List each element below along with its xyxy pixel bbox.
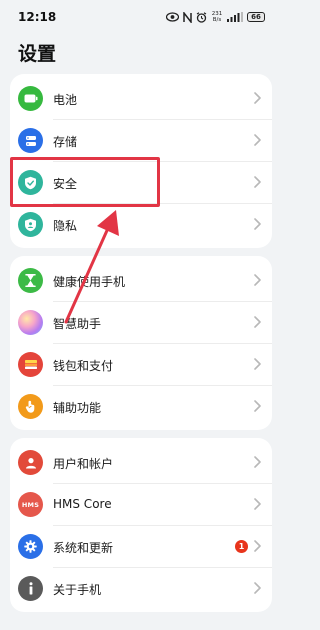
battery-icon (18, 86, 43, 111)
battery-level: 66 (247, 12, 265, 22)
settings-group-3: 用户和帐户 HMS HMS Core 系统和更新 1 关于手机 (10, 438, 272, 612)
hourglass-icon (18, 268, 43, 293)
settings-item-wallet[interactable]: 钱包和支付 (10, 344, 272, 385)
settings-group-2: 健康使用手机 智慧助手 钱包和支付 辅助功能 (10, 256, 272, 430)
settings-item-accessibility[interactable]: 辅助功能 (10, 386, 272, 427)
chevron-right-icon (254, 316, 261, 328)
hms-icon-text: HMS (21, 500, 40, 509)
network-speed-unit: B/s (212, 17, 222, 23)
settings-item-label: 存储 (53, 135, 78, 149)
settings-item-label: 电池 (53, 93, 78, 107)
eye-comfort-icon (166, 12, 179, 22)
settings-item-label: 关于手机 (53, 583, 102, 597)
hand-icon (18, 394, 43, 419)
settings-item-label: 钱包和支付 (53, 359, 114, 373)
chevron-right-icon (254, 540, 261, 552)
chevron-right-icon (254, 176, 261, 188)
chevron-right-icon (254, 218, 261, 230)
info-icon (18, 576, 43, 601)
settings-item-assistant[interactable]: 智慧助手 (10, 302, 272, 343)
settings-item-hms-core[interactable]: HMS HMS Core (10, 484, 272, 525)
status-bar: 12:18 231 B/s 66 (0, 0, 279, 34)
user-icon (18, 450, 43, 475)
storage-icon (18, 128, 43, 153)
settings-item-label: 智慧助手 (53, 317, 102, 331)
settings-item-label: 辅助功能 (53, 401, 102, 415)
settings-item-system-update[interactable]: 系统和更新 1 (10, 526, 272, 567)
signal-icon (227, 12, 243, 22)
chevron-right-icon (254, 456, 261, 468)
gear-icon (18, 534, 43, 559)
alarm-icon (196, 11, 207, 23)
settings-item-label: 健康使用手机 (53, 275, 126, 289)
settings-item-privacy[interactable]: 隐私 (10, 204, 272, 245)
chevron-right-icon (254, 582, 261, 594)
network-speed: 231 B/s (211, 11, 223, 23)
nfc-icon (183, 11, 192, 23)
status-icons: 231 B/s 66 (166, 9, 265, 25)
settings-item-label: 用户和帐户 (53, 457, 114, 471)
chevron-right-icon (254, 498, 261, 510)
chevron-right-icon (254, 274, 261, 286)
settings-item-label: 隐私 (53, 219, 78, 233)
wallet-icon (18, 352, 43, 377)
hms-icon: HMS (18, 492, 43, 517)
chevron-right-icon (254, 92, 261, 104)
settings-item-digital-balance[interactable]: 健康使用手机 (10, 260, 272, 301)
privacy-shield-icon (18, 212, 43, 237)
settings-item-label: HMS Core (53, 497, 112, 511)
highlight-box (10, 157, 160, 207)
settings-item-about-phone[interactable]: 关于手机 (10, 568, 272, 609)
settings-item-label: 系统和更新 (53, 541, 114, 555)
assistant-orb-icon (18, 310, 43, 335)
settings-item-battery[interactable]: 电池 (10, 78, 272, 119)
chevron-right-icon (254, 358, 261, 370)
settings-item-users-accounts[interactable]: 用户和帐户 (10, 442, 272, 483)
chevron-right-icon (254, 134, 261, 146)
page-title: 设置 (18, 43, 57, 65)
update-count-badge: 1 (235, 540, 248, 553)
status-time: 12:18 (18, 10, 57, 24)
settings-item-storage[interactable]: 存储 (10, 120, 272, 161)
chevron-right-icon (254, 400, 261, 412)
